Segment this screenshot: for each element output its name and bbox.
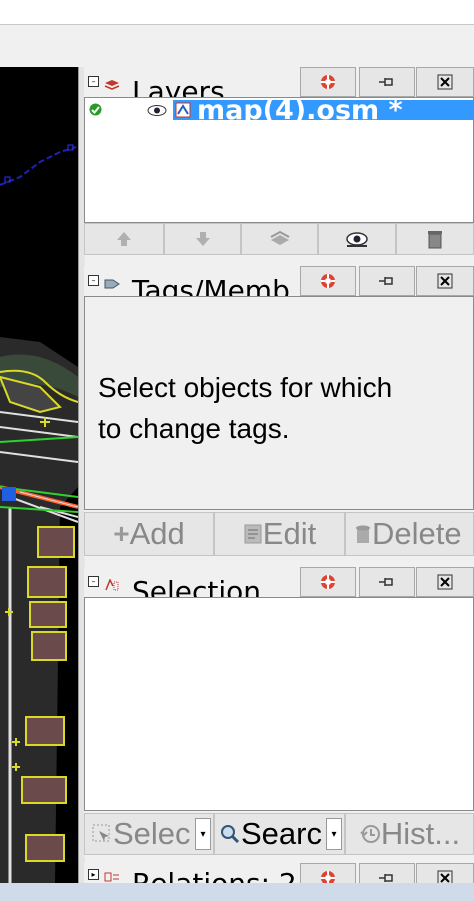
- tags-panel-header: – Tags/Memb: [84, 266, 474, 296]
- map-canvas[interactable]: [0, 67, 78, 883]
- history-icon: [360, 825, 380, 843]
- selection-toolbar: Selec ▾ Searc ▾ Hist...: [84, 813, 474, 855]
- help-button[interactable]: [300, 567, 356, 597]
- layers-panel: – Layers map(4).osm *: [84, 67, 474, 257]
- pin-icon: [379, 874, 393, 882]
- select-dropdown-arrow[interactable]: ▾: [195, 818, 211, 850]
- history-label: Hist...: [380, 816, 461, 851]
- edit-label: Edit: [262, 516, 317, 551]
- tags-empty-message-line1: Select objects for which: [98, 372, 393, 403]
- merge-button[interactable]: [241, 223, 318, 255]
- help-button[interactable]: [300, 863, 356, 883]
- layer-row[interactable]: map(4).osm *: [85, 100, 474, 120]
- tag-icon: [104, 279, 120, 289]
- search-dropdown-arrow[interactable]: ▾: [326, 818, 342, 850]
- close-icon: [437, 870, 453, 883]
- relations-panel-header: ▸ Relations: 2: [84, 863, 474, 883]
- eye-icon: [346, 232, 368, 247]
- close-button[interactable]: [416, 863, 474, 883]
- layers-panel-header: – Layers: [84, 67, 474, 97]
- collapse-icon[interactable]: –: [88, 576, 99, 587]
- arrow-up-icon: [117, 232, 131, 246]
- add-tag-button[interactable]: + Add: [84, 512, 214, 556]
- eye-icon[interactable]: [147, 104, 167, 117]
- pin-icon: [379, 78, 393, 86]
- move-down-button[interactable]: [164, 223, 241, 255]
- collapse-icon[interactable]: –: [88, 275, 99, 286]
- relations-panel: ▸ Relations: 2: [84, 863, 474, 883]
- search-label: Searc: [241, 816, 322, 851]
- pin-button[interactable]: [359, 266, 415, 296]
- lifebuoy-icon: [321, 575, 335, 589]
- selection-panel-title: Selection: [132, 575, 262, 598]
- lifebuoy-icon: [321, 274, 335, 288]
- selection-icon: [105, 579, 119, 591]
- tags-empty-message-line2: to change tags.: [98, 413, 290, 444]
- selection-panel-header: – Selection: [84, 567, 474, 597]
- map-view[interactable]: [0, 67, 78, 883]
- merge-layers-icon: [270, 230, 289, 245]
- move-up-button[interactable]: [84, 223, 164, 255]
- lifebuoy-icon: [321, 75, 335, 89]
- pin-icon: [379, 578, 393, 586]
- search-icon: [221, 825, 240, 844]
- arrow-down-icon: [195, 232, 210, 246]
- select-label: Selec: [113, 816, 191, 851]
- window-title-bar: [0, 0, 474, 25]
- toggle-visibility-button[interactable]: [318, 223, 396, 255]
- history-button[interactable]: Hist...: [345, 813, 474, 855]
- layers-list: map(4).osm *: [84, 97, 474, 223]
- pin-button[interactable]: [359, 67, 415, 97]
- close-button[interactable]: [416, 567, 474, 597]
- delete-icon: [356, 525, 370, 543]
- osm-layer-icon: [175, 102, 191, 118]
- help-button[interactable]: [300, 67, 356, 97]
- pin-button[interactable]: [359, 863, 415, 883]
- layers-toolbar: [84, 223, 474, 255]
- edit-tag-button[interactable]: Edit: [214, 512, 345, 556]
- layers-icon: [104, 80, 120, 90]
- search-button[interactable]: Searc ▾: [214, 813, 345, 855]
- add-label: Add: [129, 516, 185, 551]
- delete-layer-button[interactable]: [396, 223, 474, 255]
- close-icon: [437, 273, 453, 289]
- collapse-icon[interactable]: –: [88, 76, 99, 87]
- select-icon: [92, 824, 110, 842]
- delete-label: Delete: [372, 516, 462, 551]
- tags-content: Select objects for which to change tags.: [84, 296, 474, 510]
- close-icon: [437, 74, 453, 90]
- collapse-icon[interactable]: ▸: [88, 869, 99, 880]
- close-button[interactable]: [416, 67, 474, 97]
- pin-button[interactable]: [359, 567, 415, 597]
- tags-toolbar: + Add Edit Delete: [84, 512, 474, 556]
- lifebuoy-icon: [321, 871, 335, 883]
- close-icon: [437, 574, 453, 590]
- tags-panel-title: Tags/Memb: [132, 274, 290, 297]
- selection-list[interactable]: [84, 597, 474, 811]
- layers-panel-title: Layers: [132, 75, 225, 98]
- close-button[interactable]: [416, 266, 474, 296]
- layer-name: map(4).osm *: [197, 100, 403, 120]
- trash-icon: [428, 231, 442, 249]
- plus-icon: +: [113, 518, 130, 549]
- select-button[interactable]: Selec ▾: [84, 813, 214, 855]
- relations-panel-title: Relations: 2: [132, 869, 297, 884]
- tags-panel: – Tags/Memb Select objects for which to …: [84, 266, 474, 558]
- layer-name-selected[interactable]: map(4).osm *: [173, 100, 474, 120]
- main-toolbar: [0, 25, 474, 67]
- edit-icon: [244, 524, 262, 544]
- pin-icon: [379, 277, 393, 285]
- delete-tag-button[interactable]: Delete: [345, 512, 474, 556]
- relation-icon: [104, 872, 119, 882]
- help-button[interactable]: [300, 266, 356, 296]
- taskbar: [0, 883, 474, 901]
- checkmark-icon[interactable]: [89, 103, 102, 116]
- selection-panel: – Selection Selec ▾ Searc ▾ Hist...: [84, 567, 474, 857]
